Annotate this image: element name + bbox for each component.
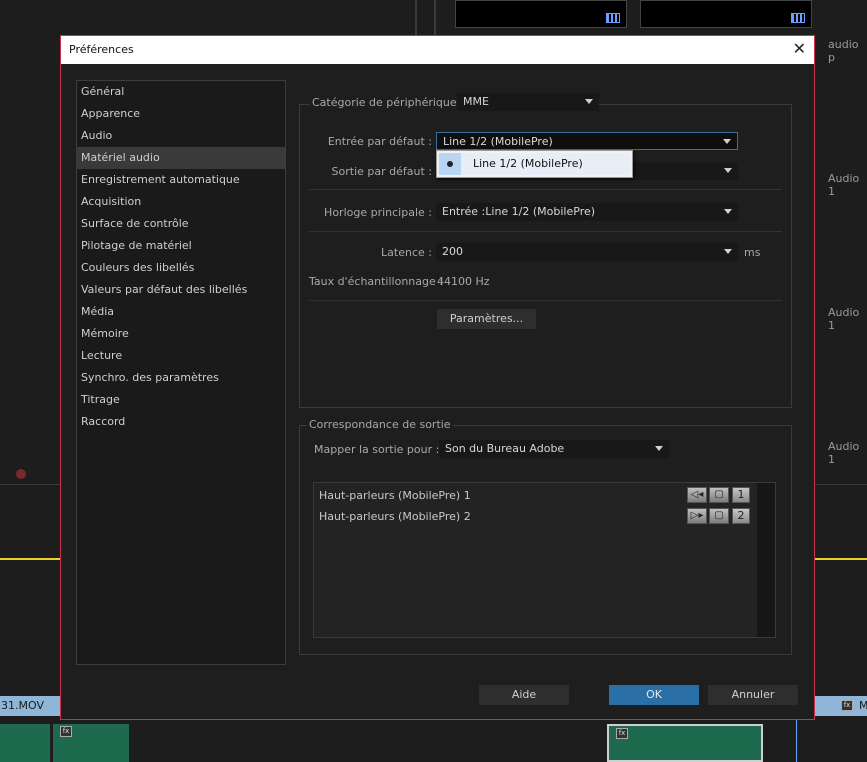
chevron-down-icon xyxy=(655,446,663,451)
track-label: Audio 1 xyxy=(828,172,860,198)
dropdown-value: 200 xyxy=(442,245,463,258)
chevron-down-icon xyxy=(724,168,732,173)
source-thumbnail xyxy=(640,0,812,28)
fx-icon: fx xyxy=(60,726,72,737)
track-label: Audio 1 xyxy=(828,306,860,332)
playhead-line xyxy=(0,558,60,560)
sidebar-item[interactable]: Pilotage de matériel xyxy=(77,235,285,257)
speaker-channel-icon[interactable]: ▷▸ xyxy=(687,508,707,524)
dropdown-value: MME xyxy=(463,95,489,108)
chevron-down-icon xyxy=(585,99,593,104)
safe-margins-icon[interactable] xyxy=(606,13,620,23)
fx-icon: fx xyxy=(841,700,853,711)
separator xyxy=(309,300,782,301)
chevron-down-icon xyxy=(724,209,732,214)
default-input-label: Entrée par défaut : xyxy=(327,135,432,148)
sidebar-item[interactable]: Synchro. des paramètres xyxy=(77,367,285,389)
master-clock-label: Horloge principale : xyxy=(324,206,432,219)
safe-margins-icon[interactable] xyxy=(791,13,805,23)
popup-option[interactable]: Line 1/2 (MobilePre) xyxy=(439,153,630,175)
chevron-down-icon xyxy=(723,139,731,144)
sidebar-item[interactable]: Apparence xyxy=(77,103,285,125)
output-mapping-list[interactable] xyxy=(313,482,776,638)
selected-marker xyxy=(439,153,461,175)
audio-clip[interactable]: fx xyxy=(53,724,129,762)
sidebar-item[interactable]: Raccord xyxy=(77,411,285,433)
channel-mapping-icon[interactable]: ▢ xyxy=(709,487,729,503)
timeline-marker xyxy=(796,720,797,762)
preferences-dialog: Préférences ✕ Général Apparence Audio Matér… xyxy=(60,35,815,720)
close-icon[interactable]: ✕ xyxy=(793,39,806,58)
panel-divider xyxy=(434,0,436,36)
cancel-button[interactable]: Annuler xyxy=(708,685,798,705)
help-button[interactable]: Aide xyxy=(479,685,569,705)
preferences-category-list: Général Apparence Audio Matériel audio Enreg… xyxy=(76,80,286,665)
map-output-label: Mapper la sortie pour : xyxy=(314,443,440,456)
sidebar-item[interactable]: Enregistrement automatique xyxy=(77,169,285,191)
track-label: audio p xyxy=(828,38,859,64)
sidebar-item[interactable]: Média xyxy=(77,301,285,323)
program-thumbnail xyxy=(455,0,627,28)
bullet-icon xyxy=(447,161,453,167)
panel-divider xyxy=(415,0,417,36)
output-mapping-label: Correspondance de sortie xyxy=(307,418,453,431)
dropdown-value: Line 1/2 (MobilePre) xyxy=(443,135,553,148)
clip-name: 31.MOV xyxy=(1,699,44,712)
chevron-down-icon xyxy=(724,249,732,254)
dialog-titlebar[interactable]: Préférences ✕ xyxy=(61,36,814,64)
dialog-title: Préférences xyxy=(69,43,134,56)
playhead-line xyxy=(815,558,867,560)
speaker-channel-icon[interactable]: ◁◂ xyxy=(687,487,707,503)
sidebar-item[interactable]: Lecture xyxy=(77,345,285,367)
record-indicator-icon[interactable] xyxy=(16,469,26,479)
channel-number: 1 xyxy=(732,487,750,503)
video-clip[interactable]: 31.MOV xyxy=(0,696,61,716)
sidebar-item[interactable]: Audio xyxy=(77,125,285,147)
master-clock-dropdown[interactable]: Entrée :Line 1/2 (MobilePre) xyxy=(436,203,738,221)
sidebar-item[interactable]: Surface de contrôle xyxy=(77,213,285,235)
default-output-label: Sortie par défaut : xyxy=(331,165,432,178)
latency-dropdown[interactable]: 200 xyxy=(436,243,738,261)
latency-unit: ms xyxy=(744,246,761,259)
sidebar-item[interactable]: Couleurs des libellés xyxy=(77,257,285,279)
fx-icon: fx xyxy=(616,728,628,739)
separator xyxy=(309,231,782,232)
video-clip[interactable]: fx M xyxy=(815,696,867,716)
track-label: Audio 1 xyxy=(828,440,860,466)
latency-label: Latence : xyxy=(381,246,432,259)
sidebar-item[interactable]: Titrage xyxy=(77,389,285,411)
output-channel-label: Haut-parleurs (MobilePre) 1 xyxy=(319,489,471,502)
sidebar-item[interactable]: Général xyxy=(77,81,285,103)
dropdown-value: Entrée :Line 1/2 (MobilePre) xyxy=(442,205,596,218)
default-input-popup: Line 1/2 (MobilePre) xyxy=(436,150,633,178)
sample-rate-value: 44100 Hz xyxy=(437,275,490,288)
separator xyxy=(309,189,782,190)
audio-clip[interactable]: fx xyxy=(607,724,763,762)
sidebar-item[interactable]: Valeurs par défaut des libellés xyxy=(77,279,285,301)
audio-clip[interactable] xyxy=(0,724,50,762)
ok-button[interactable]: OK xyxy=(609,685,699,705)
sample-rate-label: Taux d'échantillonnage : xyxy=(309,275,443,288)
timeline-rule xyxy=(0,484,60,485)
output-channel-label: Haut-parleurs (MobilePre) 2 xyxy=(319,510,471,523)
device-category-label: Catégorie de périphérique : xyxy=(310,96,466,109)
timeline-rule xyxy=(815,484,867,485)
settings-button[interactable]: Paramètres... xyxy=(437,309,536,329)
sidebar-item[interactable]: Acquisition xyxy=(77,191,285,213)
list-scrollbar[interactable] xyxy=(757,483,775,637)
dropdown-value: Son du Bureau Adobe xyxy=(445,442,565,455)
sidebar-item[interactable]: Mémoire xyxy=(77,323,285,345)
clip-name: M xyxy=(859,699,867,712)
channel-mapping-icon[interactable]: ▢ xyxy=(709,508,729,524)
sidebar-item[interactable]: Matériel audio xyxy=(77,147,285,169)
channel-number: 2 xyxy=(732,508,750,524)
map-output-dropdown[interactable]: Son du Bureau Adobe xyxy=(439,440,669,458)
device-category-dropdown[interactable]: MME xyxy=(457,93,599,111)
default-input-dropdown[interactable]: Line 1/2 (MobilePre) xyxy=(436,132,738,150)
popup-option-label: Line 1/2 (MobilePre) xyxy=(473,157,583,170)
